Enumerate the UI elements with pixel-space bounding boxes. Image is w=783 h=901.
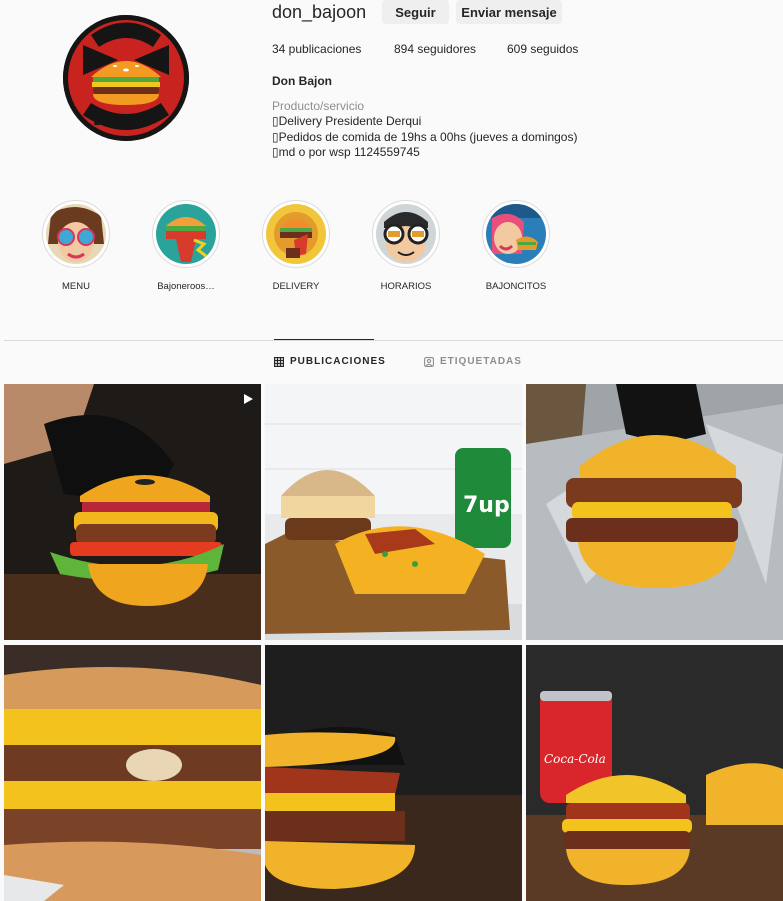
don-bajon-logo-icon: BAJO (63, 15, 189, 141)
highlight-label: HORARIOS (380, 281, 432, 292)
delivery-burger-icon (266, 204, 326, 264)
tabs-divider (4, 340, 783, 341)
can-7up-text: 7up (463, 493, 510, 518)
profile-username: don_bajoon (272, 2, 367, 22)
profile-bio: ▯Delivery Presidente Derqui ▯Pedidos de … (272, 114, 577, 161)
reel-play-icon (241, 392, 255, 411)
tab-label: ETIQUETADAS (440, 356, 522, 367)
highlight-label: BAJONCITOS (485, 281, 547, 292)
highlight-label: DELIVERY (272, 281, 320, 292)
highlight-horarios[interactable]: HORARIOS (371, 200, 441, 292)
bio-line-1: ▯Delivery Presidente Derqui (272, 114, 422, 128)
svg-text:BAJO: BAJO (93, 113, 132, 129)
post-image (4, 384, 261, 640)
emoji-placeholder-icon: ▯ (272, 114, 279, 128)
send-message-button[interactable]: Enviar mensaje (456, 0, 562, 24)
following-count[interactable]: 609 seguidos (507, 42, 578, 56)
post-image (526, 384, 783, 640)
burger-goggles-character-icon (376, 204, 436, 264)
post-image: Coca-Cola (526, 645, 783, 901)
post-tile[interactable] (4, 645, 261, 901)
profile-full-name: Don Bajon (272, 74, 332, 88)
grid-icon (274, 356, 284, 367)
highlight-bajoneroos[interactable]: Bajoneroos… (151, 200, 221, 292)
followers-count[interactable]: 894 seguidores (394, 42, 476, 56)
active-tab-indicator (274, 339, 374, 340)
profile-category: Producto/servicio (272, 99, 365, 113)
post-tile[interactable] (4, 384, 261, 640)
tagged-icon (424, 356, 434, 367)
tab-label: PUBLICACIONES (290, 356, 386, 367)
emoji-placeholder-icon: ▯ (272, 129, 279, 144)
post-image (4, 645, 261, 901)
tab-etiquetadas[interactable]: ETIQUETADAS (424, 356, 522, 367)
bio-line-2: ▯Pedidos de comida de 19hs a 00hs (jueve… (272, 129, 578, 144)
post-tile[interactable] (526, 384, 783, 640)
highlight-label: MENU (62, 281, 90, 292)
bio-line-3: ▯md o por wsp 1124559745 (272, 145, 420, 159)
highlight-delivery[interactable]: DELIVERY (261, 200, 331, 292)
post-tile[interactable]: 7up (265, 384, 522, 640)
tab-publicaciones[interactable]: PUBLICACIONES (274, 356, 386, 367)
post-image: 7up (265, 384, 522, 640)
highlight-bajoncitos[interactable]: BAJONCITOS (481, 200, 551, 292)
woman-eating-burger-icon (486, 204, 546, 264)
burger-character-icon (156, 204, 216, 264)
pop-art-woman-sunglasses-icon (46, 204, 106, 264)
follow-button[interactable]: Seguir (382, 0, 449, 24)
highlight-label: Bajoneroos… (157, 281, 215, 292)
posts-count: 34 publicaciones (272, 42, 362, 56)
post-tile[interactable]: Coca-Cola (526, 645, 783, 901)
can-coke-text: Coca-Cola (544, 752, 606, 766)
profile-avatar[interactable]: BAJO (63, 15, 189, 141)
emoji-placeholder-icon: ▯ (272, 145, 279, 159)
post-image (265, 645, 522, 901)
post-tile[interactable] (265, 645, 522, 901)
highlight-menu[interactable]: MENU (41, 200, 111, 292)
